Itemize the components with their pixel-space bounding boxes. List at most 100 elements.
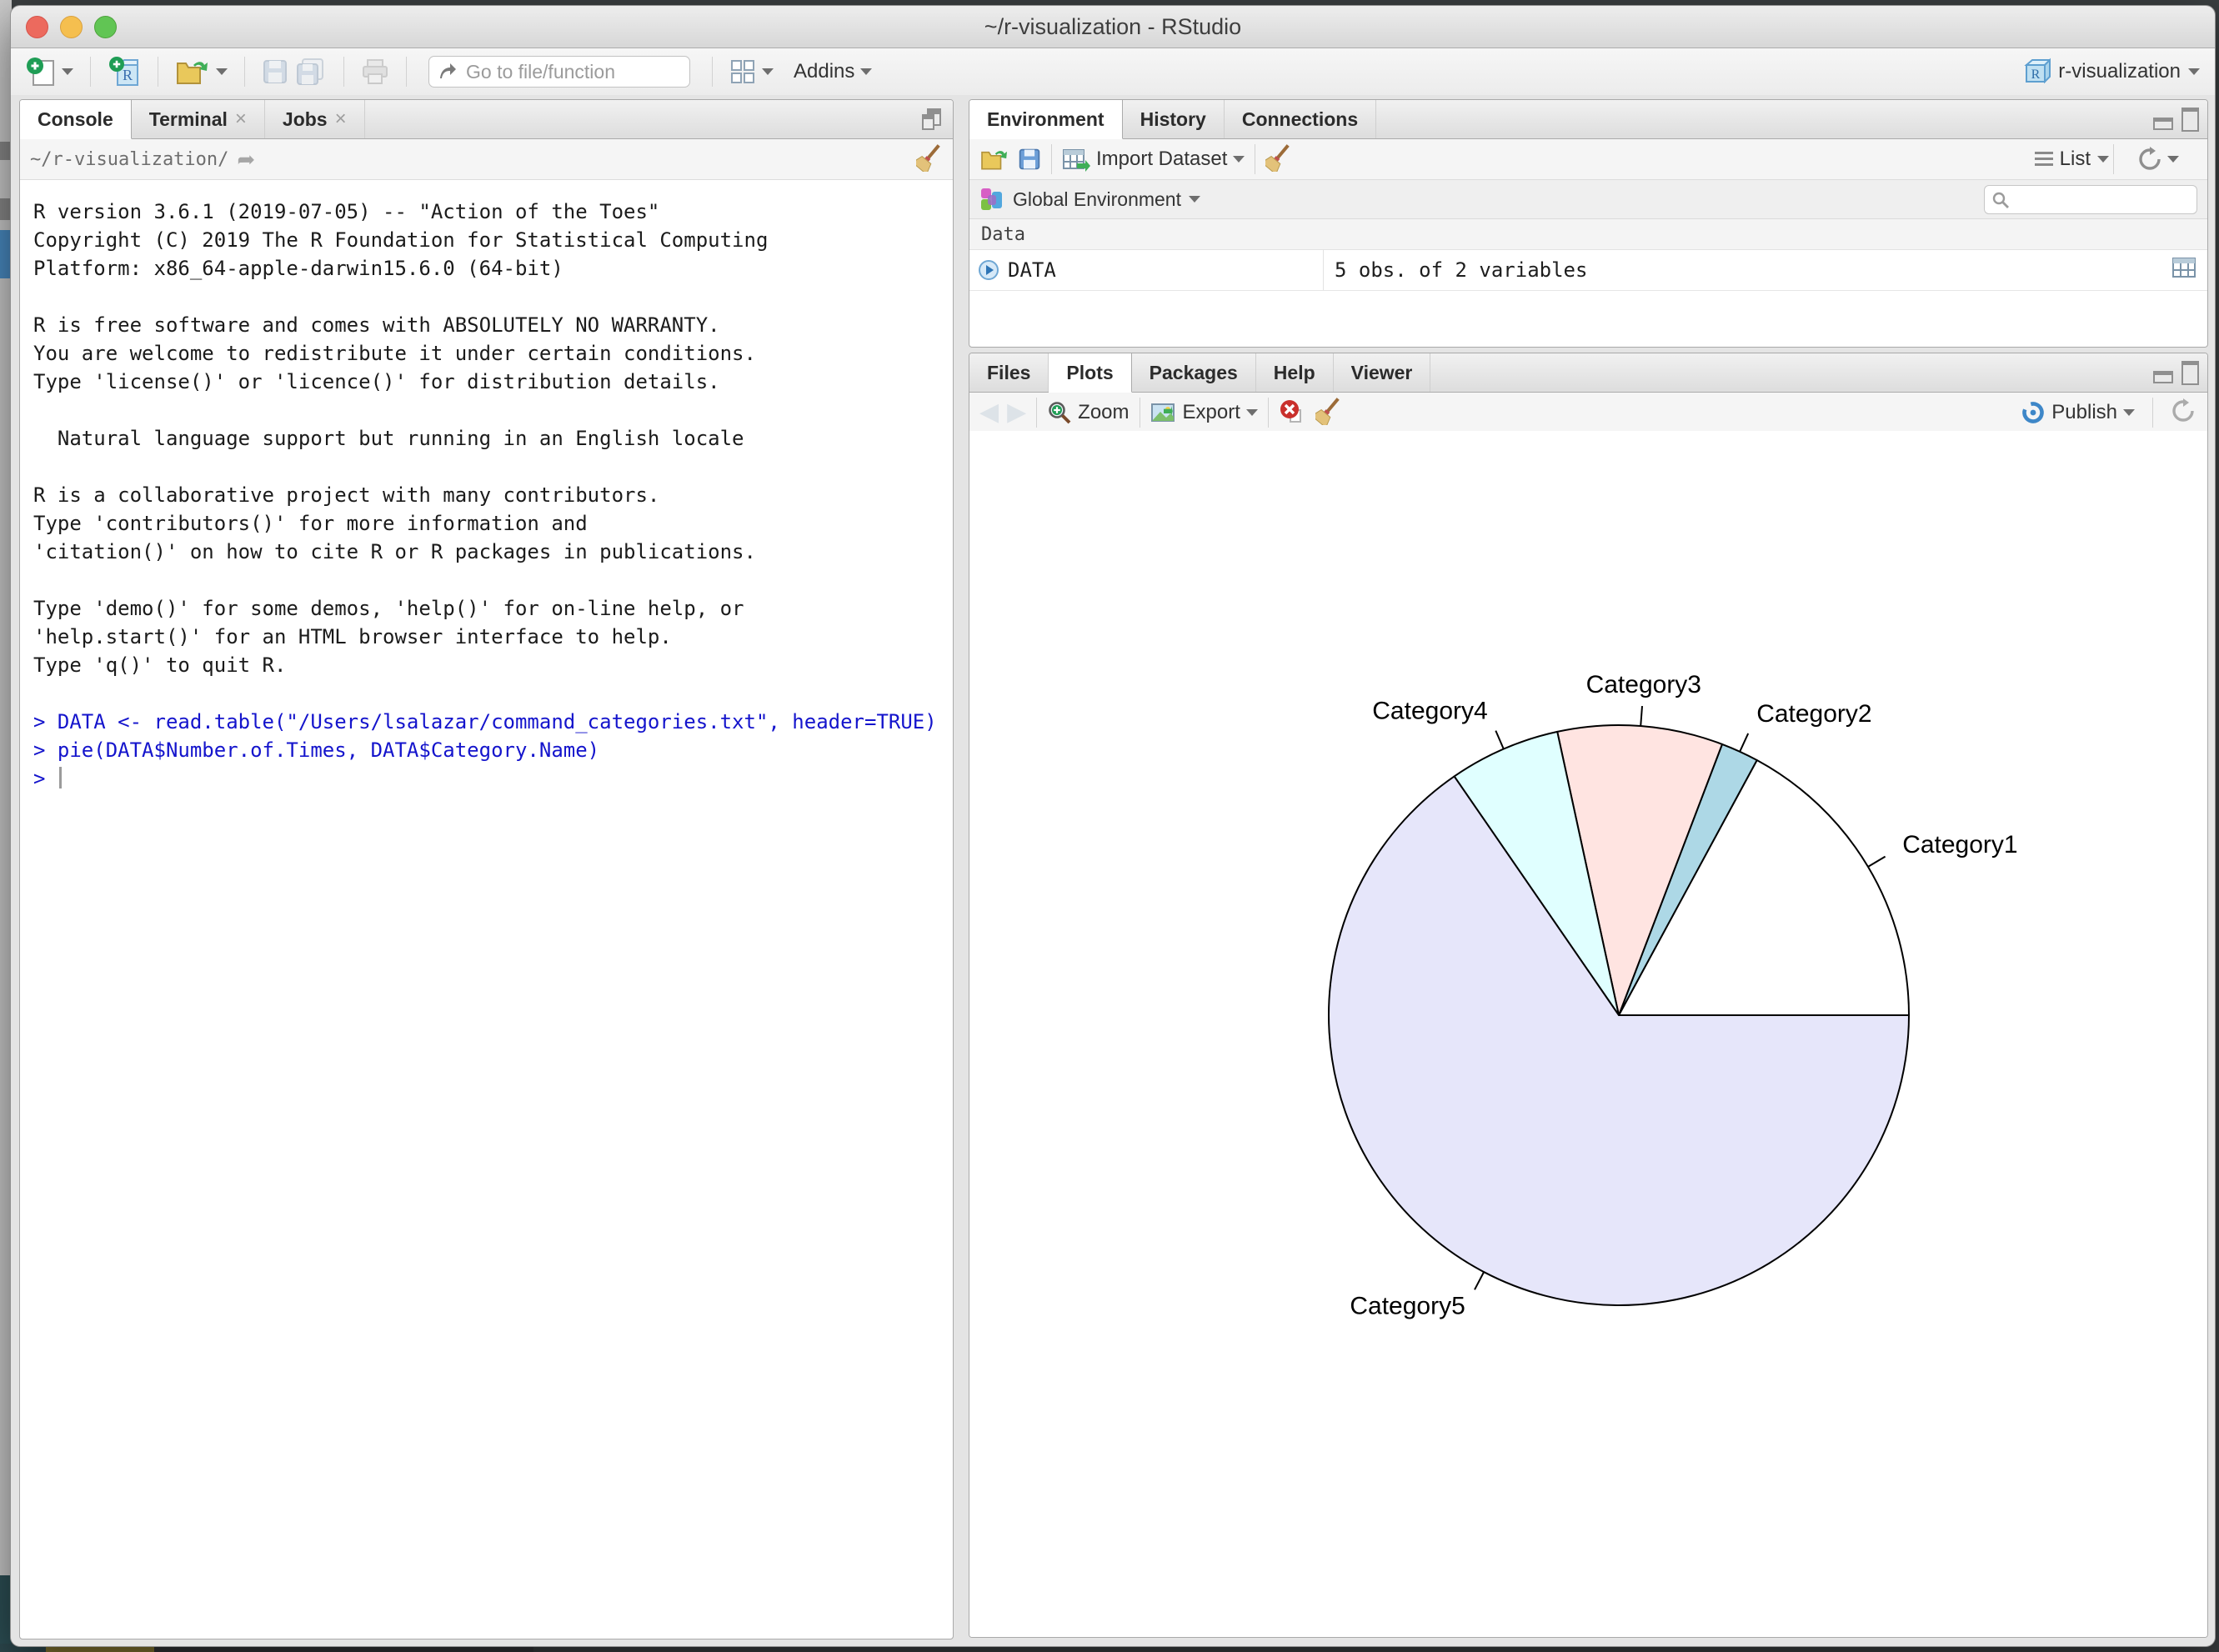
addins-button[interactable]: Addins	[794, 60, 872, 83]
toolbar-separator	[2152, 398, 2153, 428]
goto-file-input[interactable]	[464, 60, 659, 84]
save-workspace-button[interactable]	[1018, 148, 1041, 171]
goto-directory-icon[interactable]: ➦	[237, 147, 255, 173]
project-cube-icon: R	[2022, 58, 2051, 86]
plot-display-area: Category1Category2Category3Category4Cate…	[969, 431, 2207, 1637]
minimize-pane-icon[interactable]	[2153, 118, 2173, 130]
save-icon	[262, 58, 288, 85]
object-name: DATA	[1008, 258, 1056, 282]
new-file-dropdown-caret[interactable]	[62, 68, 73, 75]
plots-toolbar: ◀ ▶ Zoom	[969, 393, 2207, 433]
goto-arrow-icon	[438, 62, 458, 82]
save-button[interactable]	[262, 58, 288, 85]
plots-tabstrip: Files Plots Packages Help Viewer	[969, 353, 2207, 393]
new-file-button[interactable]	[26, 56, 73, 88]
tab-terminal-close-icon[interactable]: ×	[235, 108, 247, 131]
tab-plots[interactable]: Plots	[1049, 353, 1131, 393]
project-name-label: r-visualization	[2058, 60, 2181, 83]
scope-label: Global Environment	[1013, 188, 1181, 211]
previous-plot-button[interactable]: ◀	[979, 400, 999, 425]
maximize-pane-icon[interactable]	[919, 107, 944, 132]
maximize-pane-icon[interactable]	[2181, 108, 2199, 132]
load-workspace-button[interactable]	[979, 147, 1009, 172]
window-titlebar[interactable]: ~/r-visualization - RStudio	[11, 6, 2215, 48]
tab-jobs-close-icon[interactable]: ×	[335, 108, 347, 131]
refresh-icon	[2171, 398, 2196, 423]
tab-terminal[interactable]: Terminal ×	[132, 100, 265, 138]
addins-caret[interactable]	[860, 68, 872, 75]
tab-environment[interactable]: Environment	[969, 100, 1123, 139]
pie-label-tick	[1740, 733, 1748, 752]
addins-label: Addins	[794, 60, 854, 83]
object-row-DATA[interactable]: DATA 5 obs. of 2 variables	[969, 250, 2207, 291]
refresh-icon	[2137, 147, 2162, 172]
publish-caret[interactable]	[2123, 409, 2135, 416]
publish-button[interactable]: Publish	[2021, 400, 2135, 425]
tab-jobs[interactable]: Jobs ×	[265, 100, 365, 138]
pie-label-Category2: Category2	[1756, 700, 1871, 728]
new-project-icon: R	[108, 55, 141, 88]
tab-packages[interactable]: Packages	[1132, 353, 1256, 392]
refresh-caret[interactable]	[2167, 156, 2179, 163]
pie-label-Category1: Category1	[1902, 831, 2017, 859]
tab-viewer[interactable]: Viewer	[1334, 353, 1431, 392]
broom-icon	[1265, 143, 1290, 172]
pane-layout-caret[interactable]	[762, 68, 774, 75]
tab-files-label: Files	[987, 362, 1030, 384]
toolbar-separator	[1051, 144, 1052, 174]
goto-file-search[interactable]	[428, 56, 690, 88]
view-table-icon[interactable]	[2172, 258, 2196, 283]
zoom-plot-button[interactable]: Zoom	[1047, 400, 1129, 425]
tab-console[interactable]: Console	[20, 100, 132, 139]
list-view-caret[interactable]	[2097, 156, 2109, 163]
tab-history[interactable]: History	[1123, 100, 1225, 138]
next-plot-button[interactable]: ▶	[1007, 400, 1026, 425]
import-dataset-caret[interactable]	[1233, 156, 1245, 163]
data-section-header: Data	[969, 219, 2207, 250]
clear-environment-button[interactable]	[1265, 143, 1290, 176]
console-output[interactable]: R version 3.6.1 (2019-07-05) -- "Action …	[20, 178, 953, 1639]
tab-help[interactable]: Help	[1256, 353, 1334, 392]
minimize-pane-icon[interactable]	[2153, 371, 2173, 383]
new-project-button[interactable]: R	[108, 55, 141, 88]
export-caret[interactable]	[1246, 409, 1258, 416]
pie-label-tick	[1495, 731, 1504, 749]
remove-plot-button[interactable]	[1279, 398, 1304, 428]
clear-all-plots-button[interactable]	[1315, 397, 1340, 429]
tab-connections[interactable]: Connections	[1225, 100, 1376, 138]
environment-toolbar: Import Dataset	[969, 139, 2207, 180]
clear-console-button[interactable]	[916, 143, 941, 176]
open-folder-icon	[175, 57, 210, 87]
open-file-button[interactable]	[175, 57, 228, 87]
environment-pane: Environment History Connections	[969, 99, 2208, 348]
save-all-button[interactable]	[295, 58, 327, 86]
console-prompt-line[interactable]: >	[33, 764, 953, 793]
rstudio-window: ~/r-visualization - RStudio	[10, 5, 2216, 1647]
tab-files[interactable]: Files	[969, 353, 1049, 392]
tab-environment-label: Environment	[987, 108, 1104, 131]
expand-object-icon[interactable]	[978, 259, 999, 281]
refresh-environment-button[interactable]	[2137, 147, 2179, 172]
project-caret[interactable]	[2188, 68, 2200, 75]
export-plot-button[interactable]: Export	[1150, 401, 1258, 424]
list-view-button[interactable]: List	[2035, 148, 2109, 171]
save-all-icon	[295, 58, 327, 86]
zoom-label: Zoom	[1078, 401, 1129, 424]
project-menu-button[interactable]: R r-visualization	[2022, 48, 2200, 95]
pie-label-tick	[1475, 1272, 1484, 1289]
pane-layout-button[interactable]	[729, 59, 774, 84]
export-image-icon	[1150, 401, 1177, 424]
import-dataset-button[interactable]: Import Dataset	[1062, 147, 1245, 172]
open-file-dropdown-caret[interactable]	[216, 68, 228, 75]
environment-search-input[interactable]	[2015, 189, 2176, 211]
environment-search-box[interactable]	[1984, 185, 2197, 214]
toolbar-separator	[1036, 398, 1037, 428]
import-dataset-label: Import Dataset	[1096, 148, 1227, 171]
environment-scope-row: Global Environment	[969, 180, 2207, 219]
refresh-plot-button[interactable]	[2171, 398, 2196, 428]
print-button[interactable]	[361, 58, 389, 85]
tab-terminal-label: Terminal	[149, 108, 228, 131]
maximize-pane-icon[interactable]	[2181, 361, 2199, 385]
scope-caret[interactable]	[1189, 196, 1200, 203]
scope-selector[interactable]: Global Environment	[1013, 188, 1200, 211]
